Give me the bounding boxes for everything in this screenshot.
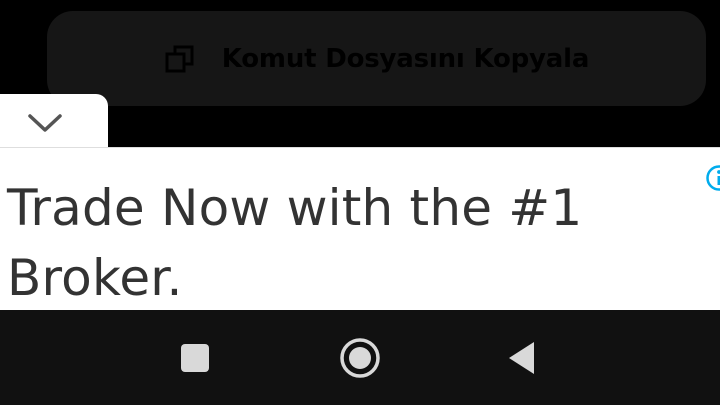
recents-button[interactable] bbox=[155, 310, 235, 405]
screen: Komut Dosyasını Kopyala Trade Now with t… bbox=[0, 0, 720, 405]
home-button[interactable] bbox=[320, 310, 400, 405]
chevron-down-icon bbox=[28, 114, 62, 132]
ad-collapse-tab[interactable] bbox=[0, 94, 108, 152]
copy-script-label: Komut Dosyasını Kopyala bbox=[221, 43, 590, 74]
back-button[interactable] bbox=[482, 310, 562, 405]
system-navigation-bar bbox=[0, 310, 720, 405]
info-icon[interactable] bbox=[705, 164, 720, 192]
triangle-back-icon bbox=[509, 341, 534, 374]
copy-icon bbox=[164, 43, 196, 75]
circle-home-icon bbox=[340, 337, 380, 378]
ad-banner[interactable]: Trade Now with the #1 Broker. bbox=[0, 147, 720, 310]
copy-script-button[interactable]: Komut Dosyasını Kopyala bbox=[47, 11, 706, 106]
square-recents-icon bbox=[181, 343, 209, 372]
ad-headline[interactable]: Trade Now with the #1 Broker. bbox=[7, 173, 697, 310]
